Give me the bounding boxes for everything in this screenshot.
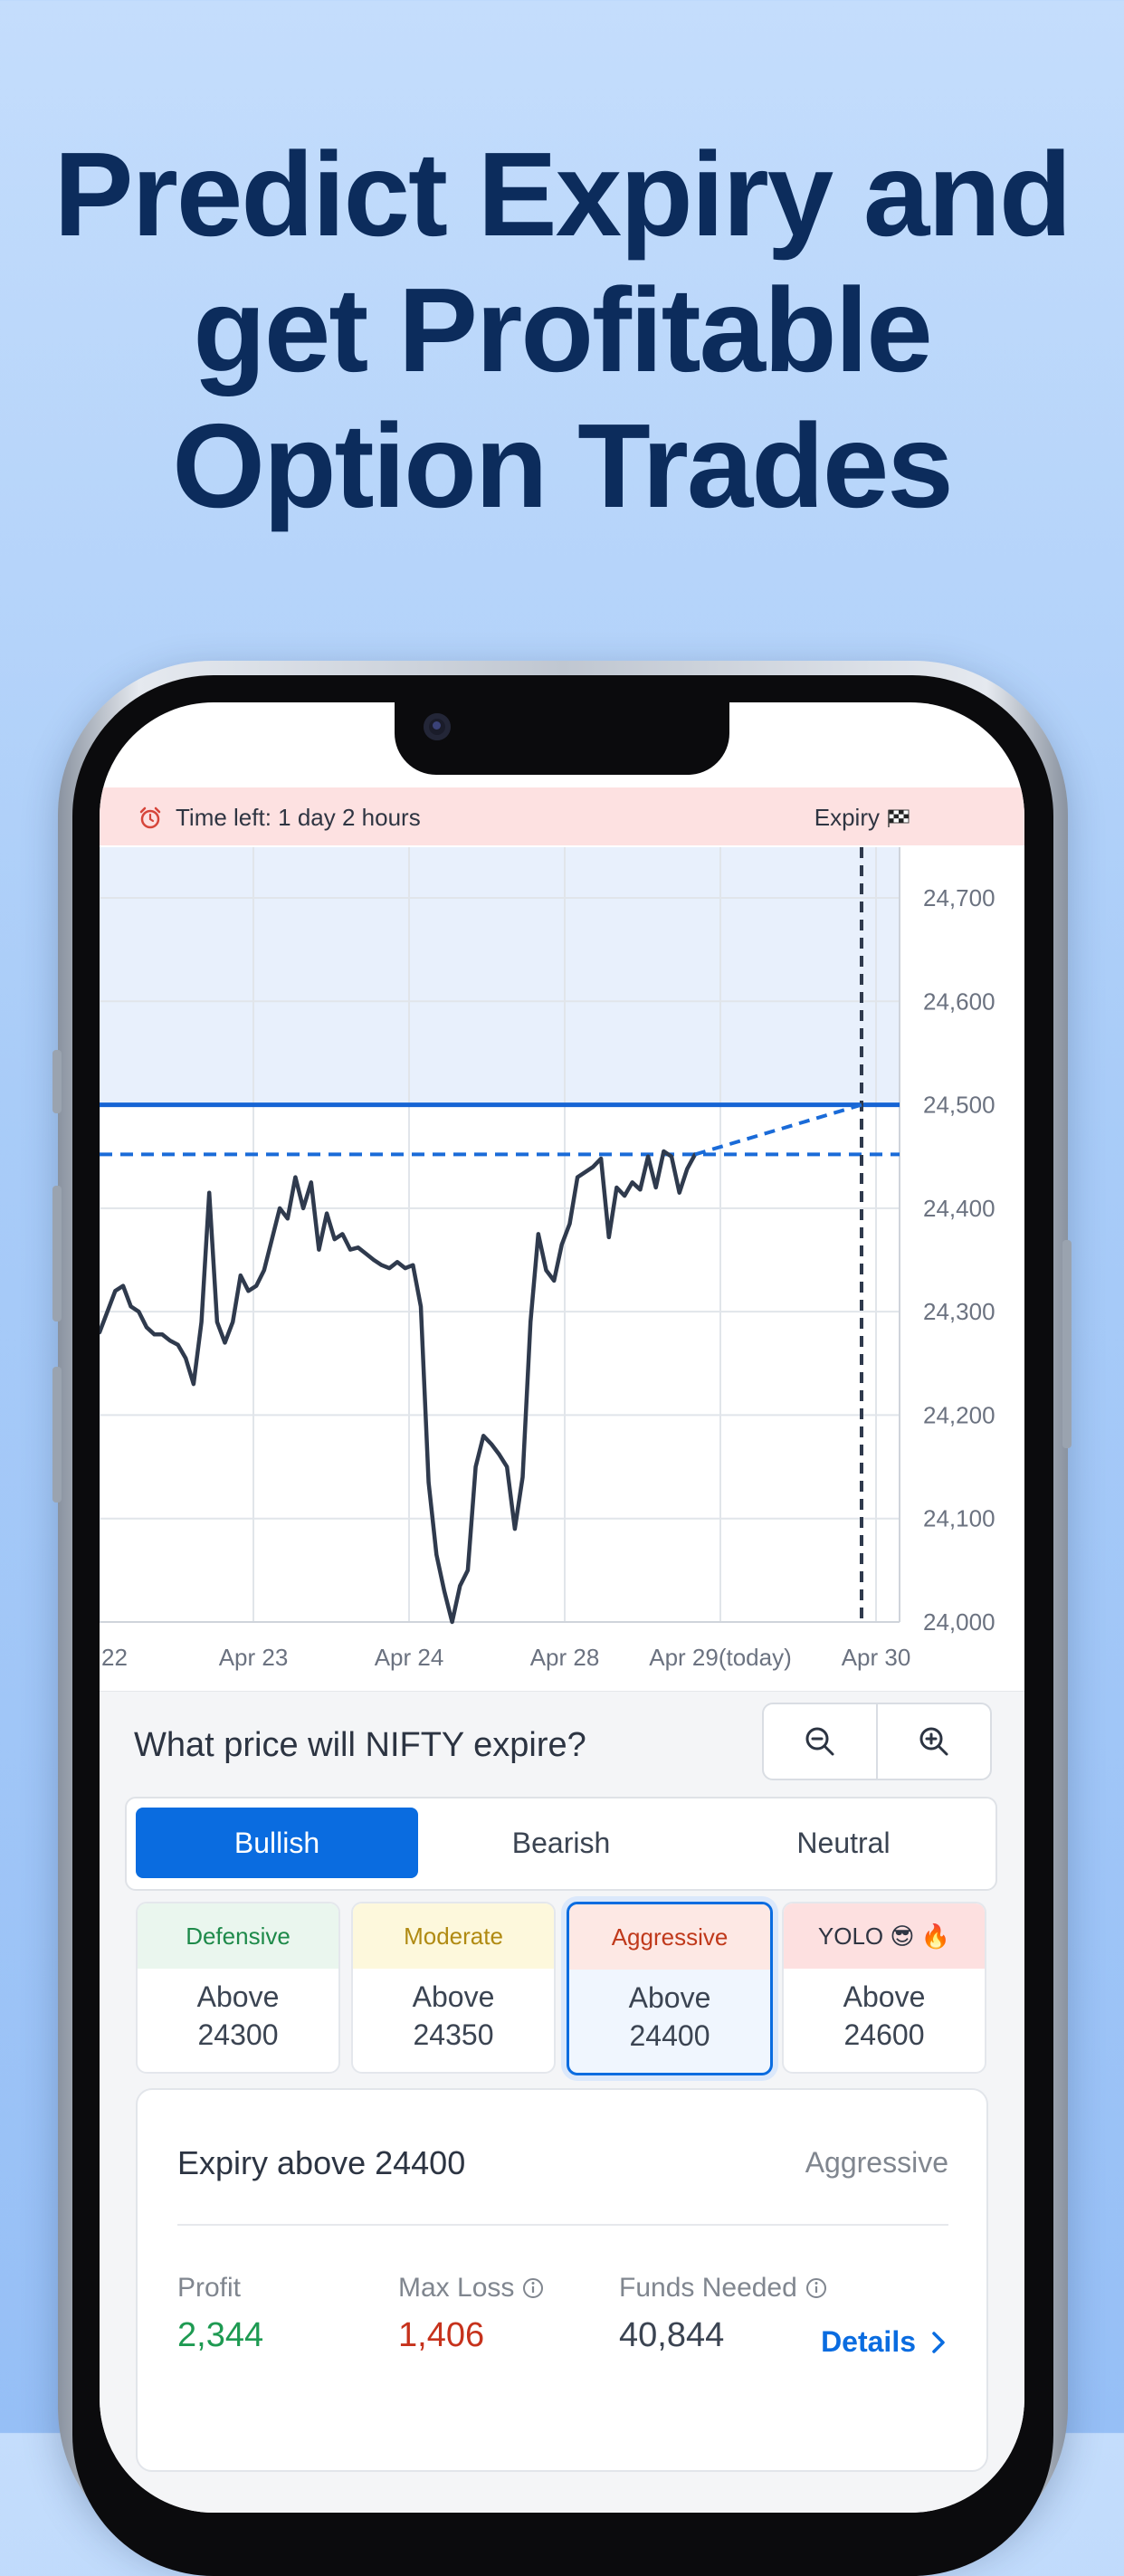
phone-screen: Time left: 1 day 2 hours Expiry 24,700 24…: [100, 702, 1024, 2513]
strategy-level: 24600: [843, 2018, 925, 2051]
alarm-clock-icon: [139, 806, 161, 828]
strategy-name: Aggressive: [569, 1904, 770, 1970]
y-tick-label: 24,300: [923, 1298, 995, 1325]
headline: Predict Expiry and get Profitable Option…: [0, 127, 1124, 534]
profit-value: 2,344: [177, 2316, 264, 2354]
expiry-label: Expiry: [814, 804, 880, 831]
target-zone-shade: [100, 847, 900, 1105]
prediction-panel: What price will NIFTY expire? Bullish Be…: [100, 1691, 1024, 2513]
x-tick-label: 22: [101, 1644, 128, 1671]
strategy-name: Moderate: [353, 1903, 554, 1969]
zoom-in-icon: [919, 1727, 948, 1756]
funds-needed-label: Funds Needed: [619, 2273, 797, 2303]
strategy-condition: Above: [412, 1980, 495, 2013]
sentiment-segmented-control: Bullish Bearish Neutral: [125, 1797, 997, 1891]
strategy-card-aggressive[interactable]: Aggressive Above 24400: [567, 1902, 773, 2075]
y-tick-label: 24,600: [923, 987, 995, 1015]
headline-line-2: get Profitable: [193, 263, 932, 396]
y-tick-label: 24,000: [923, 1608, 995, 1636]
strategy-level: 24350: [413, 2018, 494, 2051]
max-loss-label: Max Loss: [398, 2273, 515, 2303]
strategy-card-moderate[interactable]: Moderate Above 24350: [351, 1902, 556, 2074]
strategy-name: YOLO 😎 🔥: [784, 1903, 985, 1969]
checkered-flag-icon: [888, 809, 910, 827]
profit-label: Profit: [177, 2273, 242, 2303]
tab-bullish[interactable]: Bullish: [136, 1808, 418, 1878]
funds-needed-metric: Funds Needed 40,844: [619, 2273, 828, 2355]
zoom-in-button[interactable]: [876, 1704, 990, 1779]
camera-icon: [424, 713, 451, 740]
strategy-condition: Above: [843, 1980, 926, 2013]
zoom-controls: [762, 1703, 992, 1780]
volume-down-button: [52, 1367, 62, 1503]
x-tick-label: Apr 23: [219, 1644, 289, 1671]
summary-strategy-tag: Aggressive: [805, 2146, 948, 2179]
y-tick-label: 24,700: [923, 884, 995, 911]
profit-metric: Profit 2,344: [177, 2273, 263, 2355]
price-series-line: [100, 1149, 698, 1625]
info-icon[interactable]: [805, 2276, 828, 2300]
details-link[interactable]: Details: [821, 2325, 947, 2359]
summary-title: Expiry above 24400: [177, 2144, 466, 2181]
strategy-card-defensive[interactable]: Defensive Above 24300: [136, 1902, 340, 2074]
tab-neutral[interactable]: Neutral: [702, 1808, 985, 1878]
zoom-out-icon: [805, 1727, 834, 1756]
notch: [395, 702, 729, 775]
x-tick-label: Apr 24: [375, 1644, 444, 1671]
y-tick-label: 24,500: [923, 1092, 995, 1119]
time-left-banner: Time left: 1 day 2 hours Expiry: [100, 787, 1024, 845]
trade-summary-card: Expiry above 24400 Aggressive Profit 2,3…: [136, 2088, 988, 2472]
details-label: Details: [821, 2325, 916, 2358]
strategy-condition: Above: [196, 1980, 280, 2013]
strategy-level: 24400: [629, 2019, 710, 2052]
strategy-cards: Defensive Above 24300 Moderate Above 24350…: [136, 1902, 986, 2075]
funds-needed-value: 40,844: [619, 2316, 725, 2354]
strategy-name: Defensive: [138, 1903, 338, 1969]
y-tick-label: 24,400: [923, 1195, 995, 1222]
chevron-right-icon: [932, 2331, 945, 2353]
expiry-question: What price will NIFTY expire?: [134, 1726, 586, 1764]
price-chart[interactable]: 24,700 24,600 24,500 24,400 24,300 24,200 24,1…: [100, 847, 1024, 1689]
summary-divider: [177, 2224, 948, 2226]
y-tick-label: 24,200: [923, 1401, 995, 1428]
strategy-level: 24300: [197, 2018, 279, 2051]
volume-up-button: [52, 1186, 62, 1321]
headline-line-3: Option Trades: [172, 399, 953, 532]
power-button: [1062, 1240, 1072, 1448]
strategy-condition: Above: [628, 1981, 711, 2014]
time-left-text: Time left: 1 day 2 hours: [176, 804, 421, 831]
side-button: [52, 1050, 62, 1113]
zoom-out-button[interactable]: [764, 1704, 876, 1779]
max-loss-value: 1,406: [398, 2316, 485, 2354]
headline-line-1: Predict Expiry and: [53, 128, 1072, 261]
tab-bearish[interactable]: Bearish: [420, 1808, 702, 1878]
y-tick-label: 24,100: [923, 1505, 995, 1532]
x-tick-label: Apr 28: [530, 1644, 600, 1671]
strategy-card-yolo[interactable]: YOLO 😎 🔥 Above 24600: [782, 1902, 986, 2074]
max-loss-metric: Max Loss 1,406: [398, 2273, 545, 2355]
chart-svg[interactable]: 24,700 24,600 24,500 24,400 24,300 24,200 24,1…: [100, 847, 1024, 1689]
x-tick-label: Apr 29(today): [649, 1644, 792, 1671]
x-tick-label: Apr 30: [842, 1644, 911, 1671]
info-icon[interactable]: [521, 2276, 545, 2300]
